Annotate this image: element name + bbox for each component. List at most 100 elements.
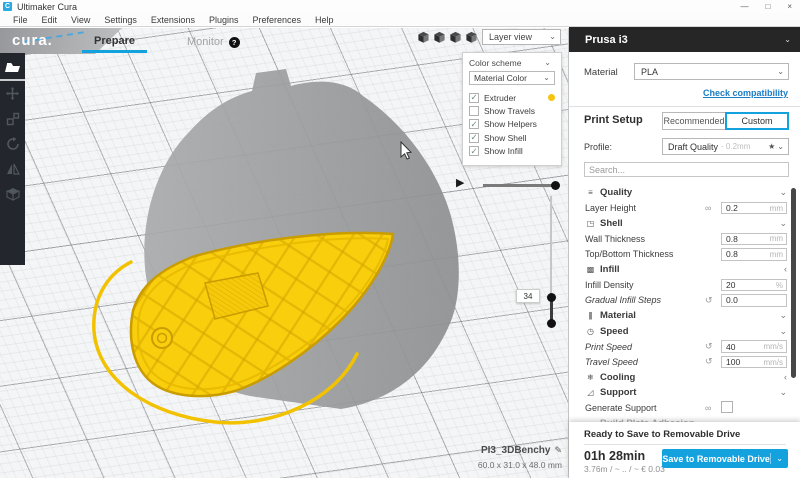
infill-icon: ▩: [586, 265, 595, 275]
link-icon: ∞: [705, 203, 712, 214]
play-simulation-button[interactable]: ▶: [456, 176, 464, 189]
setting-value: 0.8: [726, 233, 738, 244]
maximize-button[interactable]: □: [765, 2, 770, 11]
setting-checkbox[interactable]: [721, 401, 733, 414]
category-shell[interactable]: ◳ Shell ⌄: [569, 216, 800, 231]
category-infill[interactable]: ▩ Infill ‹: [569, 262, 800, 277]
menu-item-help[interactable]: Help: [308, 15, 341, 25]
window-title: Ultimaker Cura: [17, 1, 78, 12]
setting-unit: mm/s: [763, 357, 783, 367]
model-name[interactable]: PI3_3DBenchy: [481, 445, 550, 456]
titlebar: C Ultimaker Cura — □ ×: [0, 0, 800, 13]
view-mode-dropdown[interactable]: Layer view ⌄: [482, 29, 561, 45]
layer-slider-bottom-handle[interactable]: [546, 318, 556, 328]
chevron-down-icon[interactable]: ⌄: [544, 59, 555, 67]
category-cooling[interactable]: ❄ Cooling ‹: [569, 370, 800, 385]
revert-icon[interactable]: ↺: [705, 356, 713, 367]
revert-icon[interactable]: ↺: [705, 295, 713, 306]
settings-scrollbar[interactable]: [791, 188, 796, 378]
custom-mode-button[interactable]: Custom: [725, 112, 789, 130]
layer-view-toggle-show-travels[interactable]: Show Travels: [469, 104, 555, 117]
material-label: Material: [584, 67, 618, 78]
layer-view-toggle-show-shell[interactable]: ✓ Show Shell: [469, 131, 555, 144]
layer-view-toggle-extruder[interactable]: ✓ Extruder: [469, 91, 555, 104]
profile-dropdown[interactable]: Draft Quality - 0.2mm ★ ⌄: [662, 138, 789, 155]
category-support[interactable]: ◿ Support ⌄: [569, 385, 800, 400]
move-tool-button[interactable]: [0, 81, 25, 106]
setting-unit: mm: [769, 203, 783, 213]
minimize-button[interactable]: —: [740, 2, 748, 11]
machine-selector[interactable]: Prusa i3 ⌄: [569, 27, 800, 52]
ready-status: Ready to Save to Removable Drive: [584, 429, 741, 440]
view-top-icon[interactable]: [449, 31, 462, 44]
category-speed[interactable]: ◷ Speed ⌄: [569, 324, 800, 339]
checkbox-checked[interactable]: ✓: [469, 119, 479, 130]
current-layer-badge: 34: [516, 289, 540, 303]
material-usage-estimate: 3.76m / ~ .. / ~ € 0.03: [584, 464, 665, 474]
mirror-tool-button[interactable]: [0, 156, 25, 181]
setting-value-field[interactable]: 20%: [721, 278, 787, 292]
tab-prepare[interactable]: Prepare: [82, 30, 147, 53]
checkbox-checked[interactable]: ✓: [469, 92, 479, 103]
chevron-down-icon: ⌄: [779, 325, 787, 336]
checkbox[interactable]: [469, 106, 479, 117]
setting-value: 20: [726, 280, 736, 291]
checkbox-checked[interactable]: ✓: [469, 146, 479, 157]
path-slider-handle[interactable]: [551, 181, 560, 190]
shell-icon: ◳: [586, 218, 595, 228]
setting-layer-height: Layer Height ∞ 0.2 mm: [569, 200, 800, 215]
rotate-tool-button[interactable]: [0, 131, 25, 156]
tool-sidebar: [0, 53, 25, 265]
menu-item-extensions[interactable]: Extensions: [144, 15, 202, 25]
recommended-mode-button[interactable]: Recommended: [662, 112, 726, 130]
setting-value-field[interactable]: 0.2 mm: [721, 201, 787, 215]
model-dimensions: 60.0 x 31.0 x 48.0 mm: [477, 460, 562, 470]
material-dropdown[interactable]: PLA ⌄: [634, 63, 789, 80]
category-label: Shell: [600, 217, 623, 229]
save-to-removable-drive-button[interactable]: Save to Removable Drive ⌄: [662, 449, 788, 468]
view-front-icon[interactable]: [433, 31, 446, 44]
tab-monitor[interactable]: Monitor?: [175, 31, 252, 51]
layer-slider-handle[interactable]: [546, 292, 556, 302]
speed-icon: ◷: [587, 326, 594, 336]
layer-view-toggle-show-helpers[interactable]: ✓ Show Helpers: [469, 118, 555, 131]
setting-value-field[interactable]: 0.8 mm: [721, 232, 787, 246]
close-button[interactable]: ×: [787, 2, 792, 11]
menu-item-preferences[interactable]: Preferences: [245, 15, 308, 25]
checkbox-label: Show Travels: [484, 106, 536, 117]
setting-value-field[interactable]: 100 mm/s: [721, 355, 787, 369]
cura-logo: cura.: [12, 32, 53, 49]
setting-value: 100: [726, 357, 741, 368]
open-file-button[interactable]: [0, 53, 25, 79]
menu-item-view[interactable]: View: [64, 15, 97, 25]
setting-wall-thickness: Wall Thickness 0.8 mm: [569, 231, 800, 246]
view-left-icon[interactable]: [465, 31, 478, 44]
star-icon[interactable]: ★: [768, 142, 777, 151]
viewport-3d[interactable]: cura. Prepare Monitor? Layer view ⌄ Colo…: [0, 28, 568, 478]
setting-value-field[interactable]: 0.0: [721, 294, 787, 307]
path-slider-track[interactable]: [483, 184, 556, 187]
setting-value-field[interactable]: 40 mm/s: [721, 340, 787, 353]
menu-item-plugins[interactable]: Plugins: [202, 15, 246, 25]
category-material[interactable]: ||| Material ⌄: [569, 308, 800, 323]
setting-value-field[interactable]: 0.8 mm: [721, 248, 787, 261]
color-scheme-dropdown[interactable]: Material Color ⌄: [469, 71, 555, 85]
checkbox-checked[interactable]: ✓: [469, 132, 479, 143]
category-label: Speed: [600, 325, 629, 337]
revert-icon[interactable]: ↺: [705, 341, 713, 352]
menu-item-settings[interactable]: Settings: [97, 15, 144, 25]
menu-item-file[interactable]: File: [6, 15, 35, 25]
view-3d-icon[interactable]: [417, 31, 430, 44]
layer-slider-track[interactable]: [550, 196, 552, 297]
settings-list: ≡ Quality ⌄ Layer Height ∞ 0.2 mm ◳ Shell ⌄ Wall T…: [569, 185, 800, 431]
chevron-down-icon[interactable]: ⌄: [771, 454, 788, 463]
per-model-settings-button[interactable]: [0, 181, 25, 206]
setting-search-input[interactable]: Search...: [584, 162, 789, 177]
scale-tool-button[interactable]: [0, 106, 25, 131]
menu-item-edit[interactable]: Edit: [35, 15, 65, 25]
check-compatibility-link[interactable]: Check compatibility: [703, 88, 788, 98]
edit-name-icon[interactable]: ✎: [554, 445, 562, 455]
layer-view-toggle-show-infill[interactable]: ✓ Show Infill: [469, 145, 555, 158]
category-quality[interactable]: ≡ Quality ⌄: [569, 185, 800, 200]
quality-icon: ≡: [588, 188, 593, 198]
